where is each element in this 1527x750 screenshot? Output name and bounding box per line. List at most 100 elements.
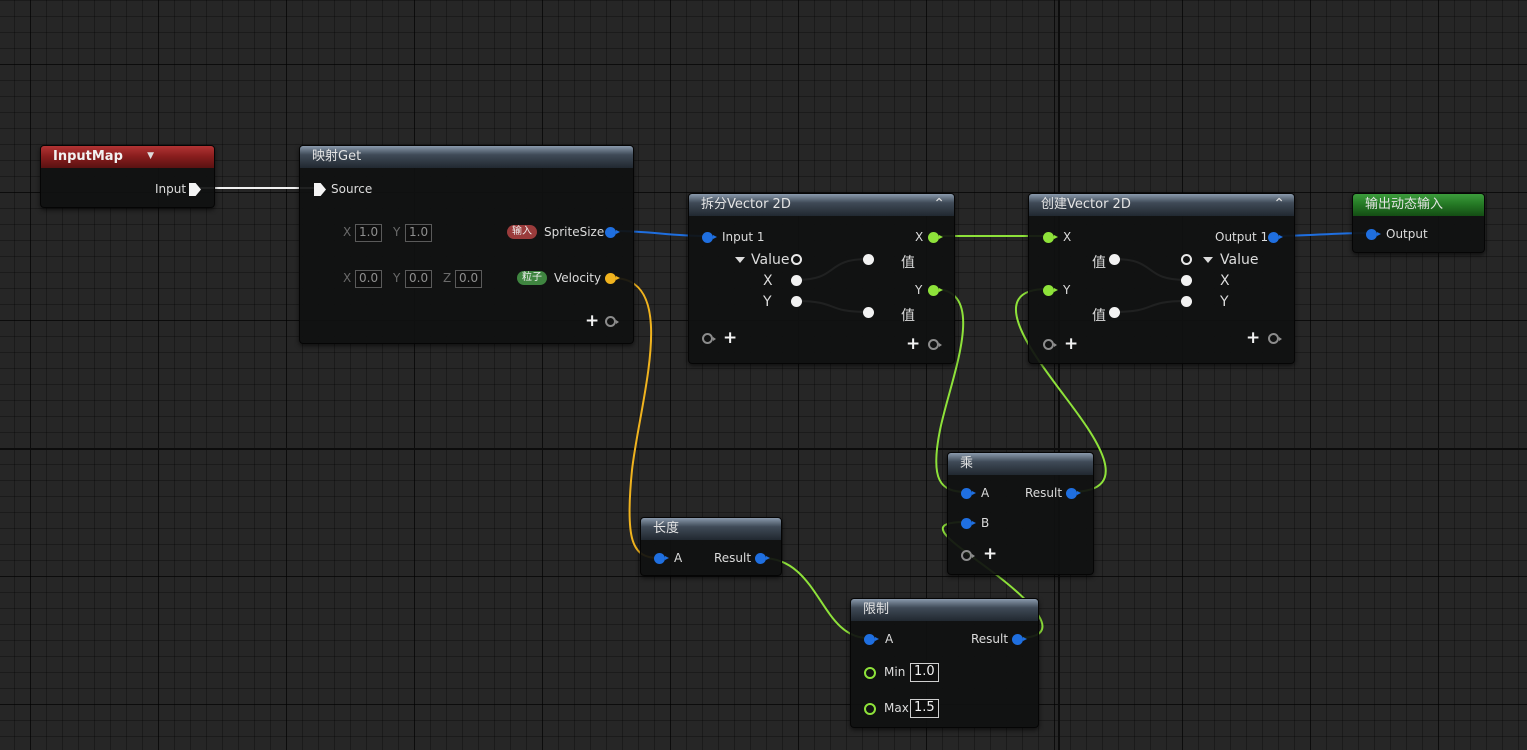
clamp-a-pin[interactable]	[864, 634, 879, 645]
velocity-y-field[interactable]: 0.0	[405, 270, 433, 288]
sprite-x-field[interactable]: 1.0	[355, 224, 383, 242]
velocity-x-field[interactable]: 0.0	[355, 270, 383, 288]
break-x-pin[interactable]	[791, 275, 802, 286]
make-in-x-pin[interactable]	[1043, 232, 1058, 243]
make-add-out-icon[interactable]	[1268, 333, 1282, 344]
break-val-bottom-pin[interactable]	[863, 307, 874, 318]
inputmap-header[interactable]: InputMap ▼	[41, 146, 214, 168]
map-get-header[interactable]: 映射Get	[300, 146, 633, 168]
output-in-pin[interactable]	[1366, 229, 1381, 240]
exec-out-pin-icon[interactable]	[189, 183, 201, 196]
make-x-label: X	[1220, 273, 1230, 289]
length-node[interactable]: 长度 A Result	[640, 517, 782, 576]
make-in-y-pin[interactable]	[1043, 285, 1058, 296]
output-title: 输出动态输入	[1365, 197, 1444, 212]
make-x-pin[interactable]	[1181, 275, 1192, 286]
length-a-pin[interactable]	[654, 553, 669, 564]
clamp-max-pin[interactable]	[864, 703, 876, 715]
output-node[interactable]: 输出动态输入 Output	[1352, 193, 1485, 253]
clamp-node[interactable]: 限制 A Result Min 1.0 Max 1.5	[850, 598, 1039, 728]
velocity-label: Velocity	[554, 271, 602, 285]
clamp-max-field[interactable]: 1.5	[910, 699, 939, 718]
dropdown-icon[interactable]: ▼	[147, 146, 154, 167]
make-add-in-plus-icon[interactable]: +	[1064, 336, 1078, 353]
break-add-out-plus-icon[interactable]: +	[906, 336, 920, 353]
break-add-out-icon[interactable]	[928, 339, 942, 350]
multiply-result-label: Result	[1025, 486, 1063, 500]
inputmap-title: InputMap	[53, 149, 123, 164]
make-val-bottom-pin[interactable]	[1109, 307, 1120, 318]
clamp-a-label: A	[885, 632, 894, 646]
collapse-icon[interactable]: ⌃	[1273, 194, 1285, 215]
break-y-label: Y	[763, 294, 772, 310]
velocity-out-pin[interactable]	[605, 273, 620, 284]
break-value-pin[interactable]	[791, 254, 802, 265]
length-header[interactable]: 长度	[641, 518, 781, 540]
length-result-label: Result	[714, 551, 752, 565]
break-value-expand-icon[interactable]	[735, 257, 745, 263]
make-val-top-pin[interactable]	[1109, 254, 1120, 265]
clamp-result-pin[interactable]	[1012, 634, 1027, 645]
velocity-x-axis: X	[343, 271, 352, 285]
break-out-x-label: X	[915, 230, 924, 244]
make-add-in-icon[interactable]	[1043, 339, 1057, 350]
multiply-add-icon[interactable]	[961, 550, 975, 561]
make-in-x-label: X	[1063, 230, 1072, 244]
break-val-top-label: 值	[901, 255, 915, 271]
sprite-size-out-pin[interactable]	[605, 227, 620, 238]
break-vector-node[interactable]: 拆分Vector 2D ⌃ Input 1 X Value 值 X Y Y 值 …	[688, 193, 955, 364]
break-out-y-pin[interactable]	[928, 285, 943, 296]
sprite-size-label: SpriteSize	[544, 225, 605, 239]
multiply-b-pin[interactable]	[961, 518, 976, 529]
make-vector-title: 创建Vector 2D	[1041, 197, 1131, 212]
make-value-expand-icon[interactable]	[1203, 257, 1213, 263]
multiply-title: 乘	[960, 456, 974, 471]
break-val-top-pin[interactable]	[863, 254, 874, 265]
inputmap-node[interactable]: InputMap ▼ Input	[40, 145, 215, 208]
collapse-icon[interactable]: ⌃	[933, 194, 945, 215]
add-pin-icon[interactable]: +	[585, 313, 599, 330]
break-add-in-icon[interactable]	[702, 333, 716, 344]
make-output1-pin[interactable]	[1268, 232, 1283, 243]
clamp-min-field[interactable]: 1.0	[910, 663, 939, 682]
clamp-title: 限制	[863, 602, 890, 617]
break-y-pin[interactable]	[791, 296, 802, 307]
length-result-pin[interactable]	[755, 553, 770, 564]
make-value-pin[interactable]	[1181, 254, 1192, 265]
source-label: Source	[331, 182, 373, 196]
sprite-y-axis: Y	[393, 225, 401, 239]
make-add-out-plus-icon[interactable]: +	[1246, 330, 1260, 347]
length-title: 长度	[653, 521, 680, 536]
clamp-header[interactable]: 限制	[851, 599, 1038, 621]
velocity-tag: 粒子	[517, 271, 547, 285]
sprite-x-axis: X	[343, 225, 352, 239]
clamp-min-pin[interactable]	[864, 667, 876, 679]
break-value-label: Value	[751, 252, 790, 268]
make-vector-header[interactable]: 创建Vector 2D ⌃	[1029, 194, 1294, 216]
velocity-z-field[interactable]: 0.0	[455, 270, 483, 288]
multiply-b-label: B	[981, 516, 990, 530]
map-get-node[interactable]: 映射Get Source X 1.0 Y 1.0 输入 SpriteSize X…	[299, 145, 634, 344]
break-vector-header[interactable]: 拆分Vector 2D ⌃	[689, 194, 954, 216]
multiply-result-pin[interactable]	[1066, 488, 1081, 499]
break-input1-pin[interactable]	[702, 232, 717, 243]
make-value-label: Value	[1220, 252, 1259, 268]
make-y-pin[interactable]	[1181, 296, 1192, 307]
multiply-header[interactable]: 乘	[948, 453, 1093, 475]
multiply-node[interactable]: 乘 A Result B +	[947, 452, 1094, 575]
break-val-bottom-label: 值	[901, 308, 915, 324]
add-pin-out-icon[interactable]	[605, 316, 619, 327]
clamp-max-label: Max	[884, 701, 909, 715]
multiply-add-plus-icon[interactable]: +	[983, 546, 997, 563]
break-add-in-plus-icon[interactable]: +	[723, 330, 737, 347]
make-val-top-label: 值	[1092, 255, 1106, 271]
break-out-x-pin[interactable]	[928, 232, 943, 243]
map-get-title: 映射Get	[312, 149, 362, 164]
exec-in-pin-icon[interactable]	[314, 183, 326, 196]
clamp-result-label: Result	[971, 632, 1009, 646]
break-out-y-label: Y	[915, 283, 923, 297]
output-header[interactable]: 输出动态输入	[1353, 194, 1484, 216]
sprite-y-field[interactable]: 1.0	[405, 224, 433, 242]
make-vector-node[interactable]: 创建Vector 2D ⌃ X Output 1 值 Value X Y Y 值…	[1028, 193, 1295, 364]
multiply-a-pin[interactable]	[961, 488, 976, 499]
